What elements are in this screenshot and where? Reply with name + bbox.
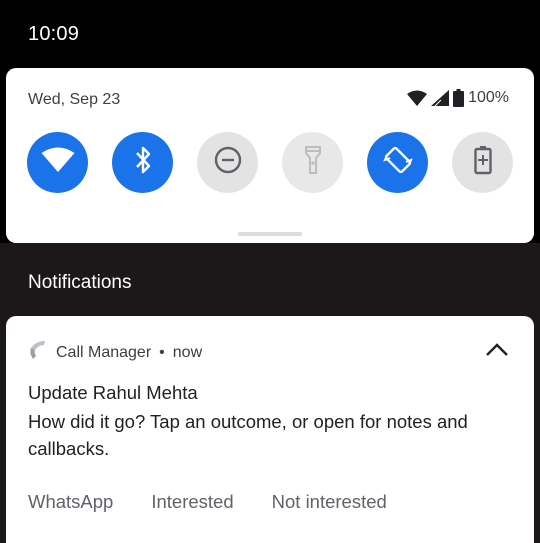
auto-rotate-icon — [382, 145, 413, 180]
wifi-icon — [41, 147, 75, 178]
notification-card[interactable]: Call Manager • now Update Rahul Mehta Ho… — [6, 316, 534, 543]
quick-settings-tiles — [27, 132, 513, 193]
battery-icon — [453, 89, 465, 107]
notification-app-name: Call Manager — [56, 343, 152, 361]
auto-rotate-tile[interactable] — [367, 132, 428, 193]
notification-actions: WhatsApp Interested Not interested — [28, 491, 387, 513]
phone-icon — [28, 339, 50, 366]
quick-settings-panel: Wed, Sep 23 100% — [6, 68, 534, 243]
status-bar: 10:09 — [0, 0, 540, 68]
notification-body: How did it go? Tap an outcome, or open f… — [28, 411, 468, 459]
battery-saver-tile[interactable] — [452, 132, 513, 193]
notification-title: Update Rahul Mehta — [28, 382, 198, 403]
wifi-signal-icon — [407, 90, 428, 106]
action-whatsapp-button[interactable]: WhatsApp — [28, 491, 113, 513]
action-not-interested-button[interactable]: Not interested — [272, 491, 387, 513]
chevron-up-icon[interactable] — [484, 340, 510, 360]
battery-saver-icon — [473, 145, 492, 180]
battery-percent: 100% — [468, 89, 509, 106]
cell-signal-icon — [431, 90, 450, 106]
do-not-disturb-tile[interactable] — [197, 132, 258, 193]
qs-date[interactable]: Wed, Sep 23 — [28, 91, 120, 109]
flashlight-icon — [304, 145, 322, 180]
bluetooth-icon — [133, 146, 153, 179]
notifications-header: Notifications — [28, 272, 132, 293]
bluetooth-tile[interactable] — [112, 132, 173, 193]
qs-status-icons: 100% — [407, 89, 509, 107]
notification-time: now — [172, 343, 203, 361]
notification-separator: • — [159, 343, 165, 361]
qs-drag-handle[interactable] — [238, 232, 302, 236]
status-time: 10:09 — [28, 23, 80, 45]
flashlight-tile[interactable] — [282, 132, 343, 193]
wifi-tile[interactable] — [27, 132, 88, 193]
notification-header-row: Call Manager • now — [28, 339, 202, 366]
action-interested-button[interactable]: Interested — [151, 491, 233, 513]
do-not-disturb-icon — [214, 146, 242, 179]
